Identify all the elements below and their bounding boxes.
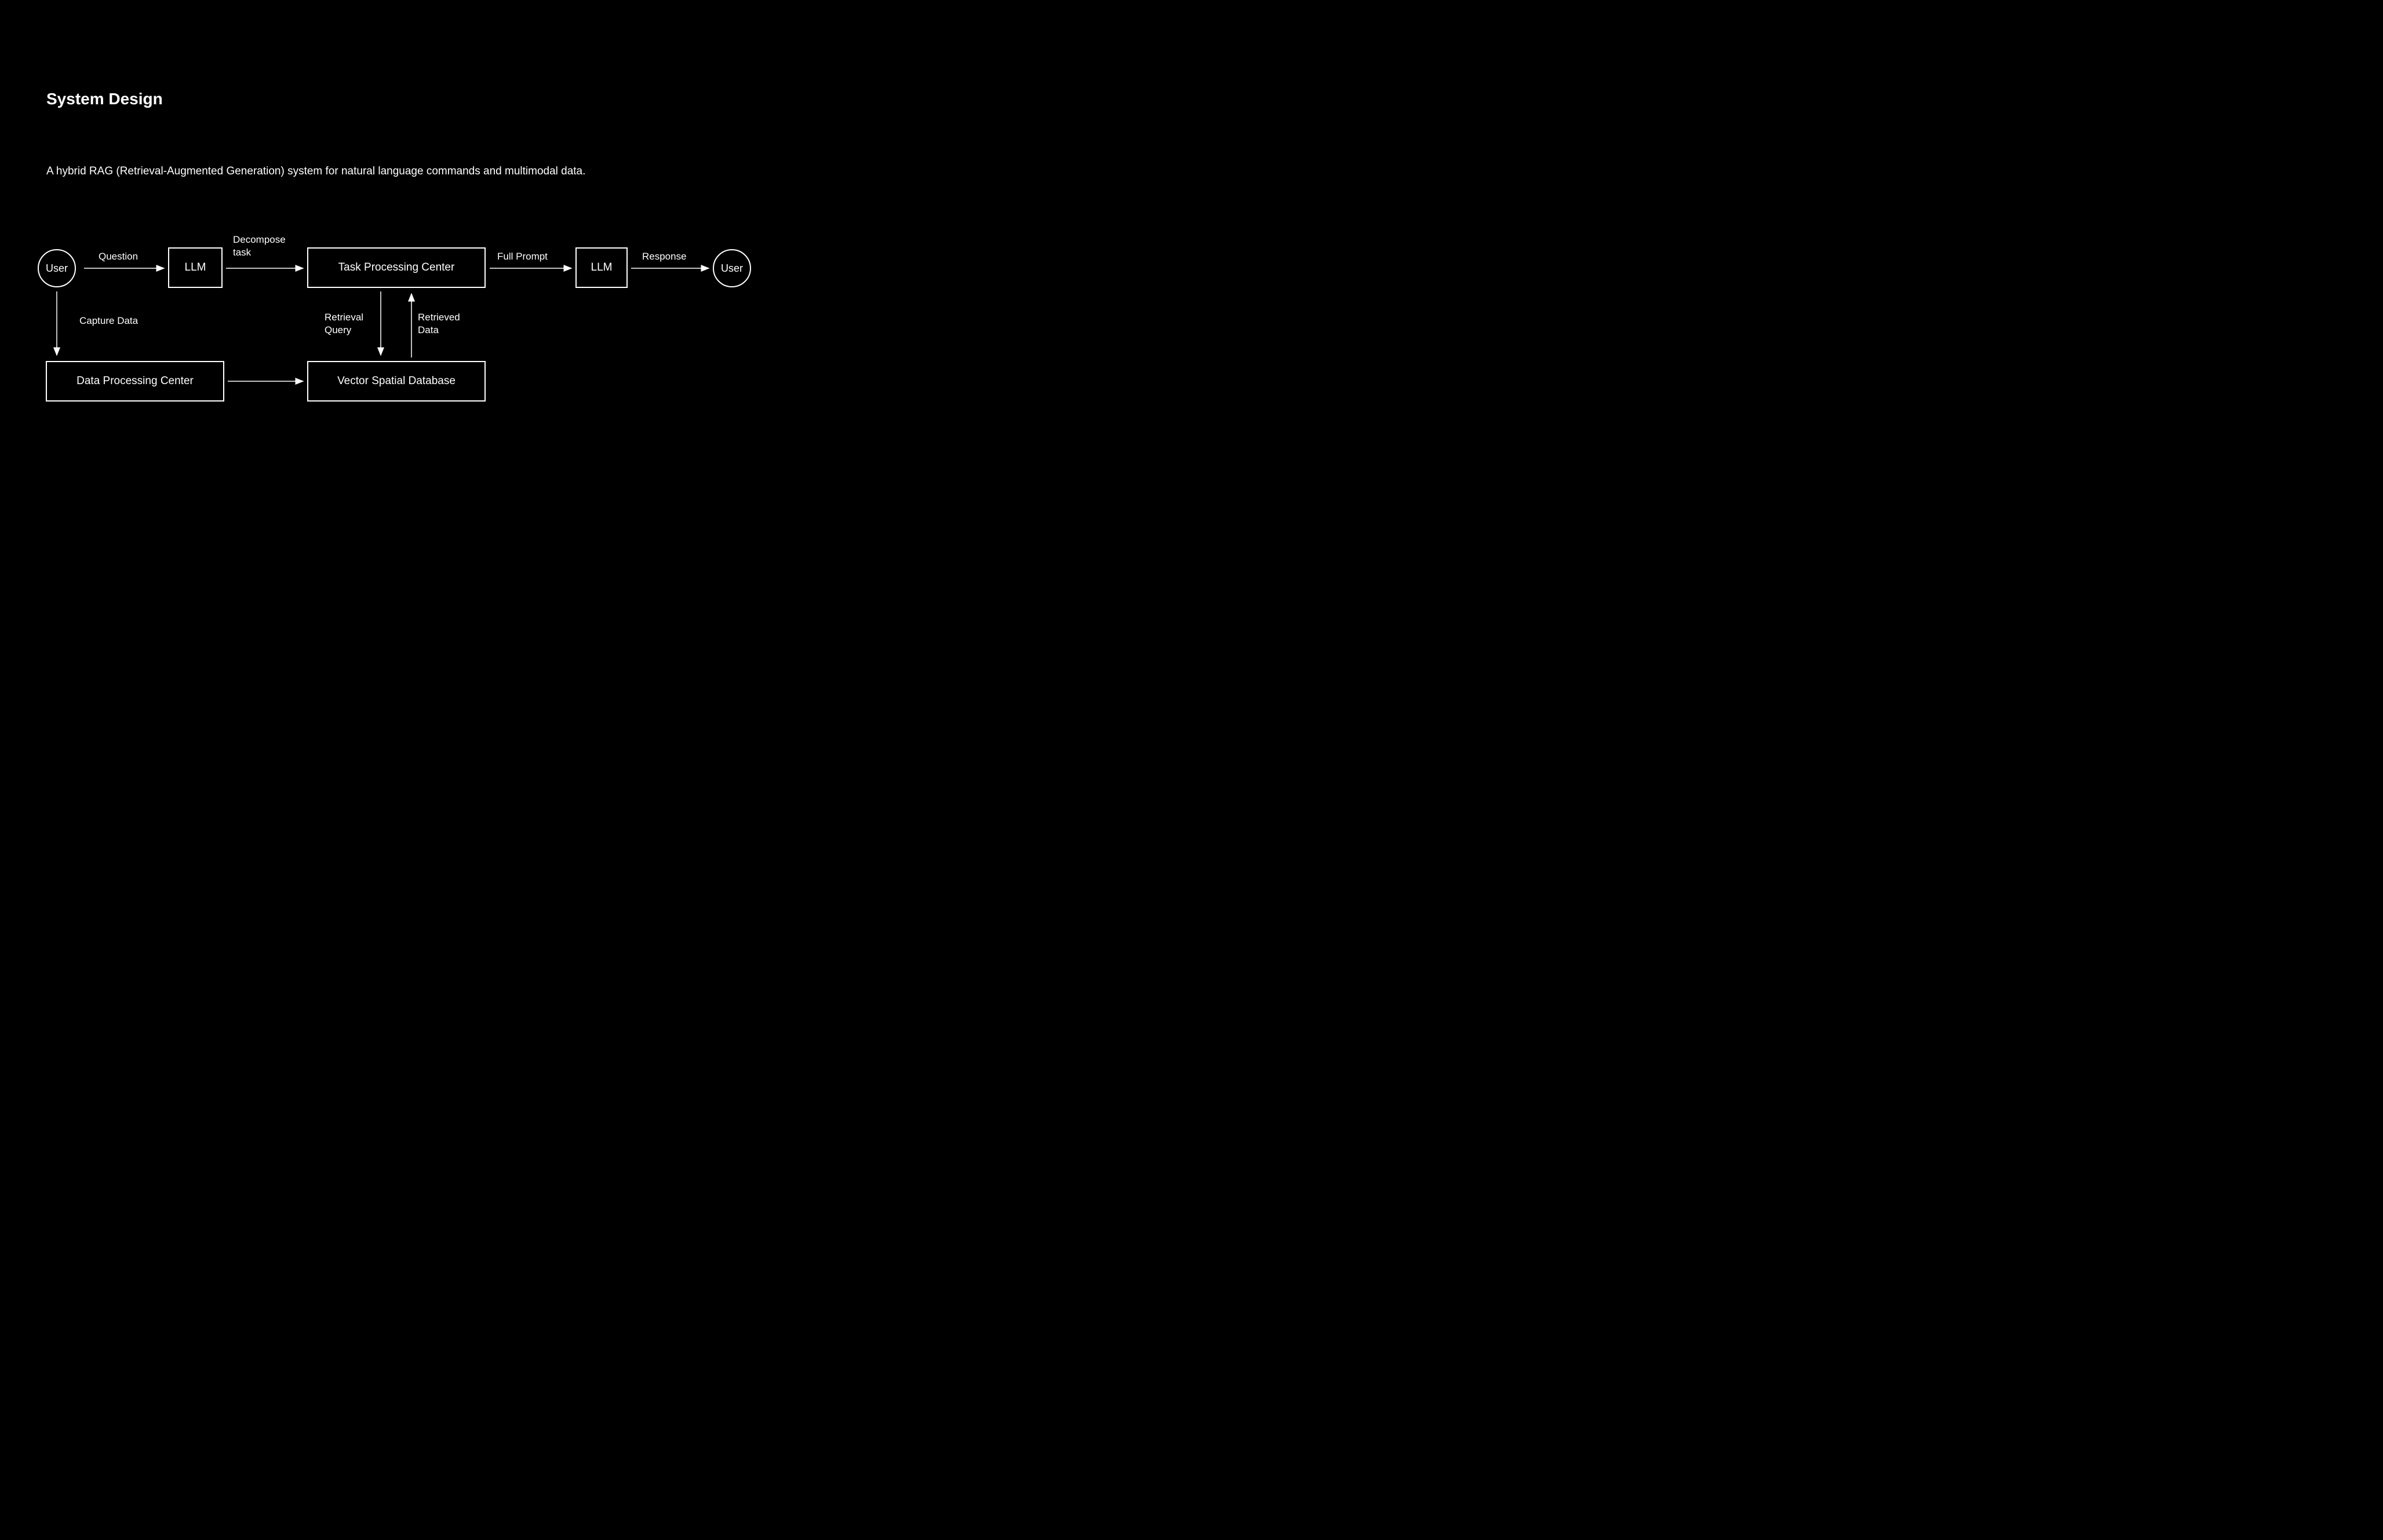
- edge-label-decompose-task: Decompose task: [233, 233, 286, 259]
- node-llm-1-label: LLM: [185, 261, 206, 274]
- node-user-end: User: [713, 249, 751, 287]
- node-user-start-label: User: [46, 262, 68, 275]
- node-data-processing: Data Processing Center: [46, 361, 224, 402]
- edge-label-response: Response: [642, 250, 687, 263]
- node-llm-2-label: LLM: [591, 261, 613, 274]
- edge-label-retrieval-query: Retrieval Query: [325, 311, 363, 337]
- edge-label-capture-data: Capture Data: [79, 315, 138, 327]
- node-vector-db-label: Vector Spatial Database: [337, 375, 456, 388]
- page-subtitle: A hybrid RAG (Retrieval-Augmented Genera…: [46, 165, 585, 178]
- node-vector-db: Vector Spatial Database: [307, 361, 486, 402]
- edge-label-retrieved-data: Retrieved Data: [418, 311, 460, 337]
- node-user-start: User: [38, 249, 76, 287]
- edge-label-full-prompt: Full Prompt: [497, 250, 548, 263]
- page-title: System Design: [46, 90, 163, 108]
- edge-label-question: Question: [99, 250, 138, 263]
- node-task-processing: Task Processing Center: [307, 247, 486, 288]
- node-llm-1: LLM: [168, 247, 223, 288]
- system-diagram: User LLM Task Processing Center LLM User…: [38, 229, 756, 420]
- node-llm-2: LLM: [575, 247, 628, 288]
- node-task-processing-label: Task Processing Center: [338, 261, 455, 274]
- node-user-end-label: User: [721, 262, 743, 275]
- node-data-processing-label: Data Processing Center: [76, 375, 194, 388]
